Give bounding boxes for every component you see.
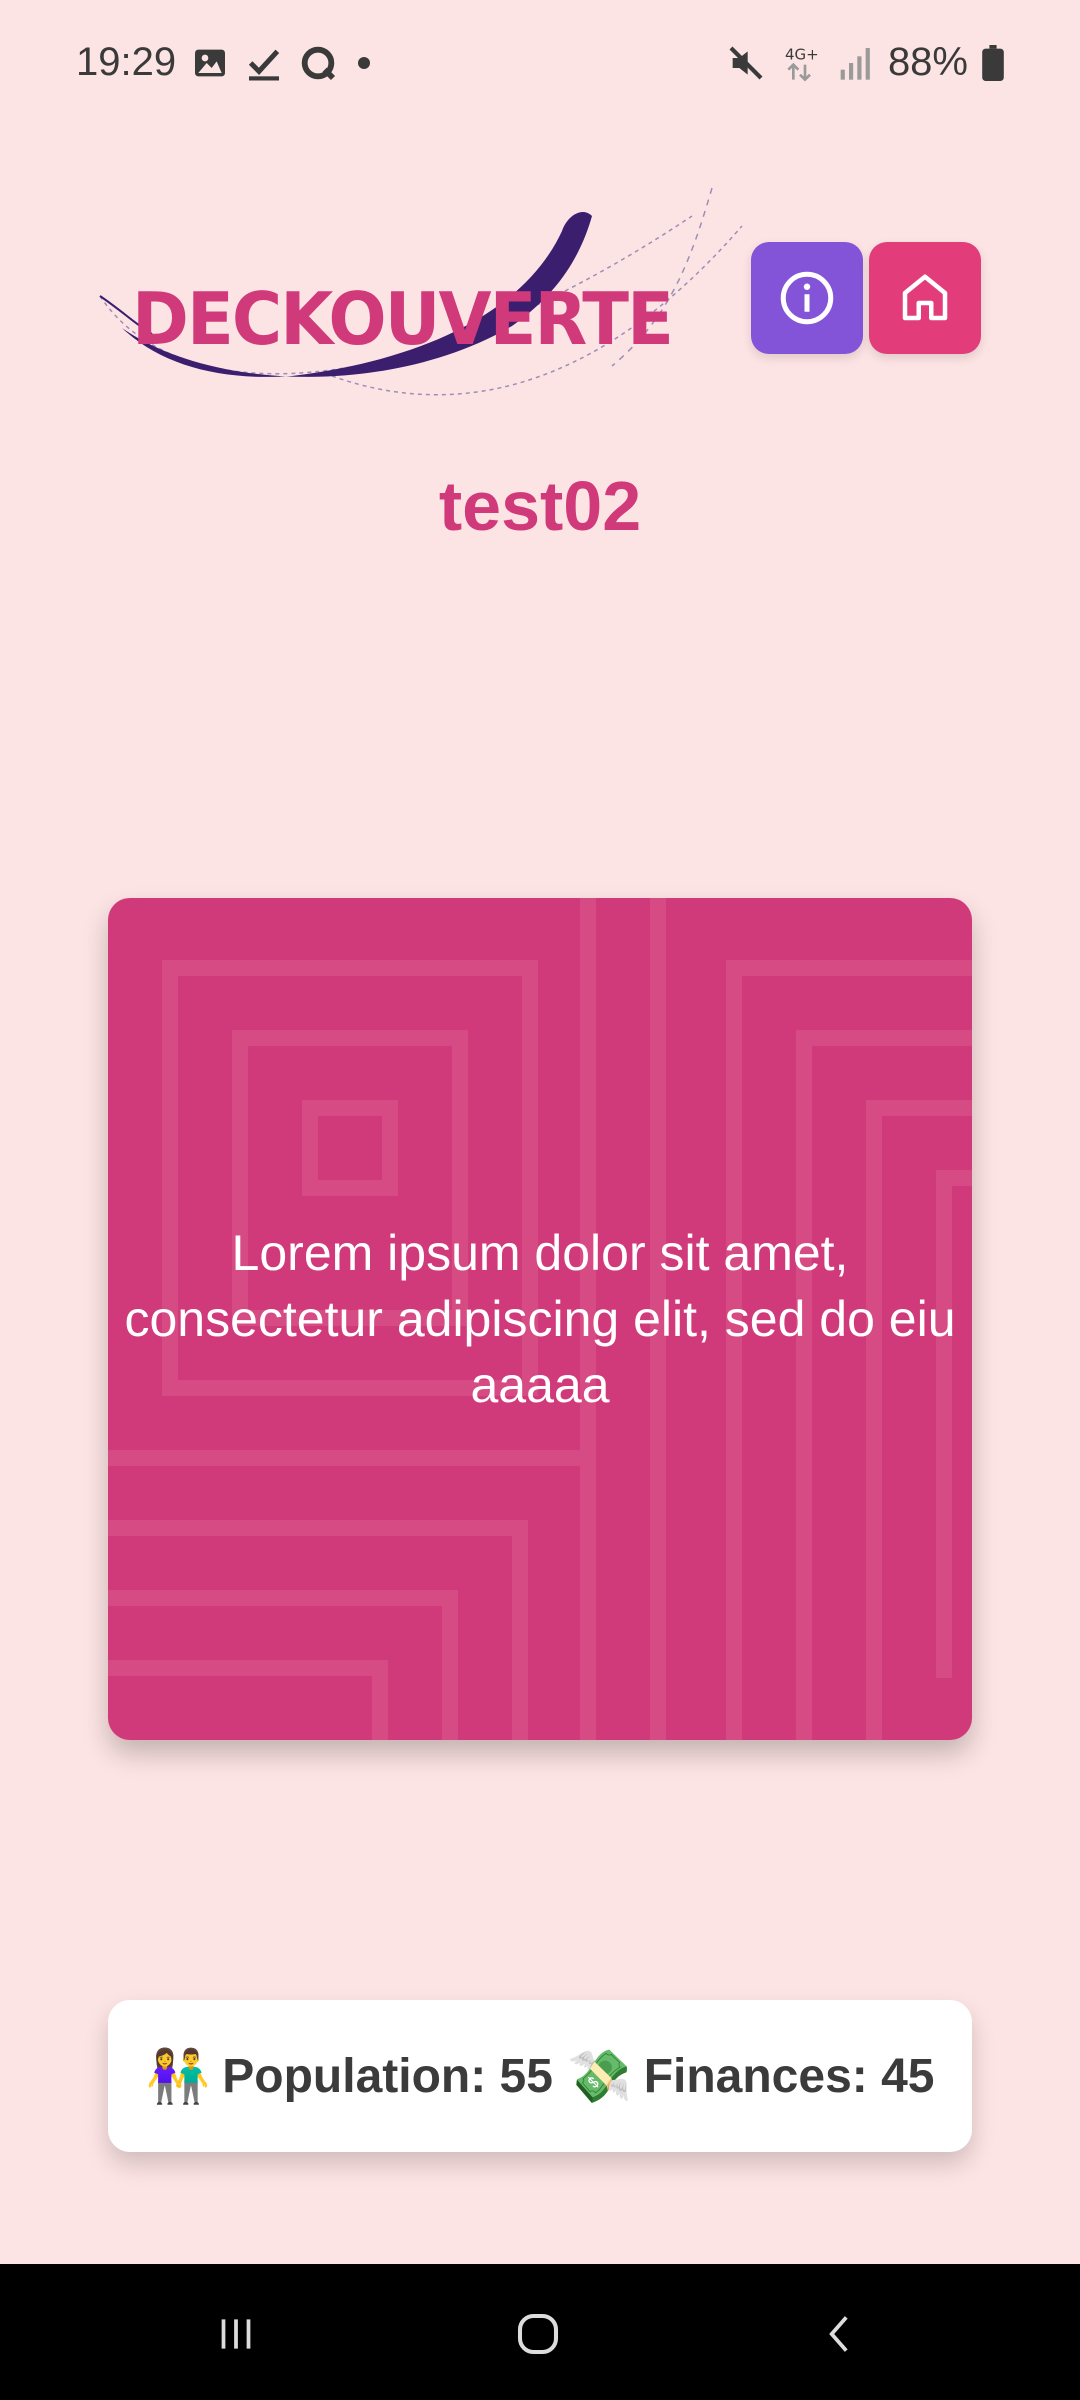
battery-percent: 88% (887, 40, 968, 84)
finances-value: Finances: 45 (643, 2049, 935, 2103)
battery-icon (982, 44, 1004, 81)
home-icon (902, 274, 948, 321)
story-card[interactable]: Lorem ipsum dolor sit amet, consectetur … (108, 898, 972, 1740)
signal-icon (840, 47, 870, 80)
navigation-bar (0, 2264, 1080, 2400)
deckouverte-logo: DECKOUVERTE (92, 176, 752, 416)
info-icon (780, 271, 834, 325)
network-4g-icon: 4G+ (785, 45, 819, 82)
population-stat: 👫 Population: 55 (146, 2046, 553, 2107)
svg-text:4G+: 4G+ (785, 45, 819, 63)
app-screen: 19:29 4G+ 88% DECKOUVERTE test02 Lorem i… (0, 0, 1080, 2400)
info-button[interactable] (751, 242, 863, 354)
home-nav-button[interactable] (498, 2294, 578, 2374)
population-value: Population: 55 (222, 2049, 553, 2103)
money-icon: 💸 (566, 2047, 632, 2106)
logo-text: DECKOUVERTE (132, 277, 672, 361)
recent-apps-icon (221, 2319, 251, 2349)
mute-icon (729, 46, 763, 79)
status-left: 19:29 (76, 40, 371, 85)
back-button[interactable] (800, 2294, 880, 2374)
home-nav-icon (517, 2313, 559, 2355)
dot-icon (358, 56, 371, 69)
page-title: test02 (438, 467, 642, 545)
card-text: Lorem ipsum dolor sit amet, consectetur … (124, 1225, 956, 1413)
chat-icon (301, 46, 336, 80)
status-bar: 19:29 4G+ 88% (0, 0, 1080, 122)
status-right: 4G+ 88% (726, 40, 1004, 85)
recent-apps-button[interactable] (196, 2294, 276, 2374)
stats-bar: 👫 Population: 55 💸 Finances: 45 (108, 2000, 972, 2152)
status-time: 19:29 (76, 40, 177, 84)
couple-icon: 👫 (145, 2047, 211, 2106)
finances-stat: 💸 Finances: 45 (567, 2046, 935, 2107)
home-button[interactable] (869, 242, 981, 354)
back-icon (829, 2316, 848, 2352)
check-icon (249, 49, 280, 80)
gallery-icon (195, 49, 226, 76)
